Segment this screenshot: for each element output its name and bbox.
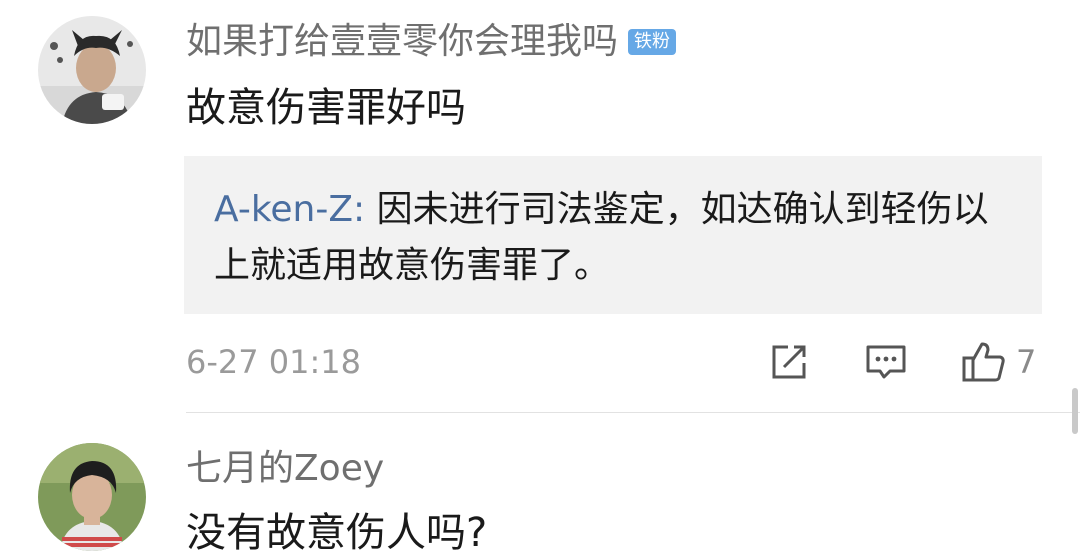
comment-item: 如果打给壹壹零你会理我吗 铁粉 故意伤害罪好吗 A-ken-Z: 因未进行司法鉴定… [0, 0, 1080, 412]
comment-username[interactable]: 如果打给壹壹零你会理我吗 铁粉 [186, 20, 677, 64]
username-text[interactable]: 七月的Zoey [186, 448, 384, 489]
comment-text: 故意伤害罪好吗 [186, 85, 466, 131]
comment-list: 如果打给壹壹零你会理我吗 铁粉 故意伤害罪好吗 A-ken-Z: 因未进行司法鉴定… [0, 0, 1080, 556]
reply-text-block: A-ken-Z: 因未进行司法鉴定，如达确认到轻伤以上就适用故意伤害罪了。 [214, 182, 1014, 294]
share-button[interactable] [768, 340, 810, 384]
avatar[interactable] [38, 16, 146, 124]
username-text[interactable]: 如果打给壹壹零你会理我吗 [186, 21, 618, 62]
avatar[interactable] [38, 443, 146, 551]
share-icon [772, 345, 806, 379]
comment-item: 七月的Zoey 没有故意伤人吗? [0, 413, 1080, 556]
avatar-image [38, 16, 146, 124]
comment-username[interactable]: 七月的Zoey [186, 447, 384, 491]
reply-separator: : [353, 189, 377, 230]
fan-badge[interactable]: 铁粉 [628, 29, 677, 55]
like-icon [962, 342, 1005, 382]
avatar-image [38, 443, 146, 551]
reply-author[interactable]: A-ken-Z [214, 189, 353, 230]
comment-timestamp: 6-27 01:18 [186, 343, 362, 381]
comment-button[interactable] [864, 340, 908, 384]
comment-text: 没有故意伤人吗? [186, 510, 488, 556]
like-count: 7 [1016, 343, 1037, 381]
scrollbar[interactable] [1072, 388, 1078, 434]
reply-preview[interactable]: A-ken-Z: 因未进行司法鉴定，如达确认到轻伤以上就适用故意伤害罪了。 [184, 156, 1042, 314]
like-button[interactable]: 7 [960, 340, 1036, 384]
comment-icon [866, 345, 906, 379]
